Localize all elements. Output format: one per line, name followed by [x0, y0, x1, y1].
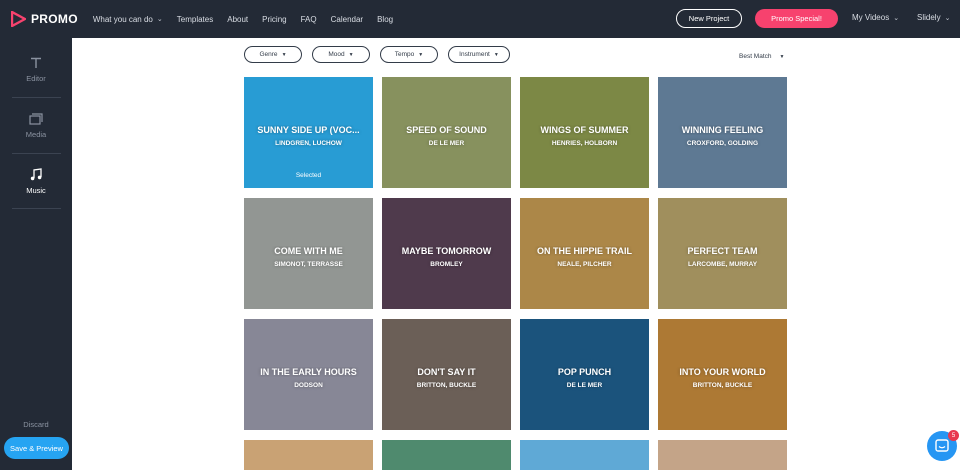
track-tile[interactable]: [658, 440, 787, 470]
track-artist: CROXFORD, GOLDING: [686, 140, 759, 147]
promo-logo-icon: [11, 11, 26, 27]
track-artist: DODSON: [294, 382, 323, 389]
nav-label: Blog: [377, 14, 394, 24]
track-artist: HENRIES, HOLBORN: [551, 140, 618, 147]
track-title: INTO YOUR WORLD: [679, 367, 766, 377]
sidebar-item-media[interactable]: Media: [0, 98, 72, 153]
track-tile[interactable]: [244, 440, 373, 470]
logo[interactable]: PROMO: [11, 11, 78, 27]
track-tile[interactable]: SPEED OF SOUND DE LE MER: [382, 77, 511, 188]
tempo-filter[interactable]: Tempo ▼: [380, 46, 438, 63]
left-sidebar: Editor Media Music Discard Save & Previe…: [0, 38, 72, 470]
music-filters: Genre ▼ Mood ▼ Tempo ▼ Instrument ▼: [244, 46, 520, 63]
caret-down-icon: ▼: [281, 51, 287, 58]
caret-down-icon: ▼: [493, 51, 499, 58]
main-nav: What you can do ⌄ Templates About Pricin…: [93, 15, 407, 24]
caret-down-icon: ▼: [779, 53, 785, 60]
filter-label: Mood: [328, 51, 345, 58]
track-tile[interactable]: MAYBE TOMORROW BROMLEY: [382, 198, 511, 309]
top-bar: PROMO What you can do ⌄ Templates About …: [0, 0, 960, 38]
track-artist: LARCOMBE, MURRAY: [687, 261, 758, 268]
sort-label: Best Match: [739, 53, 772, 60]
account-label: Slidely: [917, 13, 941, 22]
my-videos-label: My Videos: [852, 13, 890, 22]
track-title: DON'T SAY IT: [417, 367, 476, 377]
nav-label: Templates: [176, 14, 214, 24]
nav-what-you-can-do[interactable]: What you can do ⌄: [93, 15, 163, 24]
sidebar-item-editor[interactable]: Editor: [0, 42, 72, 97]
filter-label: Instrument: [459, 51, 490, 58]
track-artist: DE LE MER: [566, 382, 603, 389]
track-title: SPEED OF SOUND: [406, 125, 487, 135]
track-artist: SIMONOT, TERRASSE: [274, 261, 343, 268]
nav-label: What you can do: [92, 14, 153, 24]
track-tile[interactable]: PERFECT TEAM LARCOMBE, MURRAY: [658, 198, 787, 309]
track-tile[interactable]: IN THE EARLY HOURS DODSON: [244, 319, 373, 430]
mood-filter[interactable]: Mood ▼: [312, 46, 370, 63]
track-title: ON THE HIPPIE TRAIL: [536, 246, 632, 256]
music-note-icon: [30, 168, 42, 181]
sidebar-item-music[interactable]: Music: [0, 154, 72, 209]
promo-special-button[interactable]: Promo Special!: [755, 9, 838, 28]
chevron-down-icon: ⌄: [893, 14, 900, 22]
track-tile[interactable]: DON'T SAY IT BRITTON, BUCKLE: [382, 319, 511, 430]
sidebar-item-label: Music: [26, 186, 46, 195]
track-artist: NEALE, PILCHER: [557, 261, 612, 268]
track-tile[interactable]: WINNING FEELING CROXFORD, GOLDING: [658, 77, 787, 188]
sort-dropdown[interactable]: Best Match ▼: [739, 53, 784, 60]
track-artist: BRITTON, BUCKLE: [416, 382, 477, 389]
genre-filter[interactable]: Genre ▼: [244, 46, 302, 63]
track-tile[interactable]: POP PUNCH DE LE MER: [520, 319, 649, 430]
track-tile[interactable]: INTO YOUR WORLD BRITTON, BUCKLE: [658, 319, 787, 430]
new-project-button[interactable]: New Project: [676, 9, 742, 28]
track-artist: LINDGREN, LUCHOW: [275, 140, 342, 147]
chevron-down-icon: ⌄: [944, 14, 951, 22]
track-artist: BROMLEY: [430, 261, 463, 268]
track-tile[interactable]: [382, 440, 511, 470]
track-artist: BRITTON, BUCKLE: [692, 382, 753, 389]
track-tile[interactable]: WINGS OF SUMMER HENRIES, HOLBORN: [520, 77, 649, 188]
track-title: IN THE EARLY HOURS: [260, 367, 357, 377]
nav-label: Pricing: [262, 14, 287, 24]
logo-text: PROMO: [31, 12, 78, 26]
track-title: POP PUNCH: [557, 367, 612, 377]
nav-pricing[interactable]: Pricing: [262, 15, 286, 24]
nav-label: Calendar: [330, 14, 364, 24]
discard-button[interactable]: Discard: [0, 420, 72, 429]
account-menu[interactable]: Slidely ⌄: [917, 13, 950, 22]
track-tile[interactable]: ON THE HIPPIE TRAIL NEALE, PILCHER: [520, 198, 649, 309]
nav-label: About: [227, 14, 249, 24]
nav-calendar[interactable]: Calendar: [331, 15, 363, 24]
caret-down-icon: ▼: [418, 51, 424, 58]
track-title: PERFECT TEAM: [687, 246, 758, 256]
caret-down-icon: ▼: [348, 51, 354, 58]
instrument-filter[interactable]: Instrument ▼: [448, 46, 510, 63]
chat-unread-badge: 5: [948, 430, 959, 441]
my-videos-menu[interactable]: My Videos ⌄: [852, 13, 899, 22]
sidebar-divider: [12, 208, 61, 209]
nav-faq[interactable]: FAQ: [301, 15, 317, 24]
track-title: WINNING FEELING: [681, 125, 764, 135]
track-tile[interactable]: [520, 440, 649, 470]
selected-label: Selected: [295, 172, 322, 179]
nav-templates[interactable]: Templates: [177, 15, 213, 24]
track-title: WINGS OF SUMMER: [540, 125, 629, 135]
nav-label: FAQ: [300, 14, 317, 24]
track-title: MAYBE TOMORROW: [401, 246, 492, 256]
track-tile[interactable]: SUNNY SIDE UP (VOC... LINDGREN, LUCHOW S…: [244, 77, 373, 188]
chevron-down-icon: ⌄: [156, 16, 163, 23]
sidebar-item-label: Media: [25, 129, 47, 139]
filter-label: Tempo: [394, 51, 415, 58]
track-title: SUNNY SIDE UP (VOC...: [257, 125, 360, 135]
track-tile[interactable]: COME WITH ME SIMONOT, TERRASSE: [244, 198, 373, 309]
track-title: COME WITH ME: [274, 246, 343, 256]
media-stack-icon: [29, 112, 43, 125]
track-artist: DE LE MER: [428, 140, 465, 147]
nav-about[interactable]: About: [227, 15, 248, 24]
filter-label: Genre: [259, 51, 278, 58]
save-preview-button[interactable]: Save & Preview: [4, 437, 69, 459]
nav-blog[interactable]: Blog: [377, 15, 393, 24]
sidebar-item-label: Editor: [26, 73, 46, 83]
text-t-icon: [31, 57, 41, 68]
